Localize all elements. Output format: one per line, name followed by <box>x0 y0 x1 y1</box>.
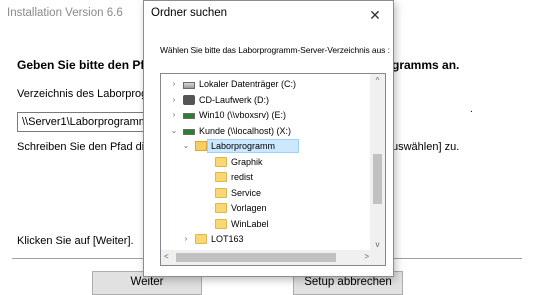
tree-item-label: Lokaler Datenträger (C:) <box>199 79 297 89</box>
vertical-scrollbar[interactable]: ^ v <box>370 74 385 251</box>
network-drive-icon <box>183 113 195 119</box>
tree-item[interactable]: › CD-Laufwerk (D:) <box>161 93 372 109</box>
directory-label: Verzeichnis des Laborprogra <box>17 88 158 100</box>
installer-heading-end: gramms an. <box>392 58 460 72</box>
tree-item-label: Win10 (\\vboxsrv) (E:) <box>199 110 287 120</box>
tree-item-label: Service <box>231 187 262 198</box>
browse-folder-dialog: Ordner suchen ✕ Wählen Sie bitte das Lab… <box>143 0 394 277</box>
dialog-instruction: Wählen Sie bitte das Laborprogramm-Serve… <box>160 45 390 55</box>
tree-item[interactable]: WinLabel <box>161 217 372 233</box>
network-drive-icon <box>183 128 195 135</box>
folder-icon <box>215 187 227 198</box>
chevron-down-icon[interactable]: ⌄ <box>169 126 179 135</box>
scrollbar-corner <box>370 250 385 265</box>
tree-item[interactable]: ⌄ Kunde (\\localhost) (X:) <box>161 124 372 140</box>
folder-icon <box>215 218 227 229</box>
folder-icon <box>215 156 227 167</box>
folder-tree-rows: › Lokaler Datenträger (C:) › CD-Laufwerk (D… <box>161 77 372 248</box>
tree-item[interactable]: › LOT163 <box>161 232 372 248</box>
tree-item[interactable]: Service <box>161 186 372 202</box>
tree-item-label: CD-Laufwerk (D:) <box>199 94 270 105</box>
folder-open-icon <box>195 141 207 151</box>
folder-icon <box>195 234 207 244</box>
tree-item-label: redist <box>231 172 254 182</box>
tree-item-label: Kunde (\\localhost) (X:) <box>199 125 292 136</box>
folder-icon <box>215 203 227 213</box>
path-hint-text-end: uswählen] zu. <box>392 141 460 153</box>
tree-item-label: Laborprogramm <box>211 141 276 151</box>
drive-icon <box>183 82 195 89</box>
chevron-right-icon[interactable]: › <box>169 79 179 88</box>
tree-item[interactable]: ⌄ Laborprogramm <box>161 139 372 155</box>
chevron-right-icon[interactable]: › <box>169 95 179 104</box>
chevron-right-icon[interactable]: › <box>169 110 179 119</box>
directory-dot: . <box>470 104 473 115</box>
tree-item[interactable]: › Win10 (\\vboxsrv) (E:) <box>161 108 372 124</box>
installer-heading: Geben Sie bitte den Pfa <box>17 58 152 72</box>
close-icon[interactable]: ✕ <box>367 7 383 23</box>
dialog-title: Ordner suchen <box>151 7 228 19</box>
path-hint-text: Schreiben Sie den Pfad dire <box>17 141 154 153</box>
scroll-left-icon[interactable]: < <box>164 252 169 261</box>
tree-item[interactable]: redist <box>161 170 372 186</box>
cd-drive-icon <box>183 94 195 105</box>
chevron-right-icon[interactable]: › <box>181 234 191 243</box>
tree-item[interactable]: › Lokaler Datenträger (C:) <box>161 77 372 93</box>
horizontal-scrollbar[interactable]: < > <box>161 250 372 265</box>
vertical-scroll-thumb[interactable] <box>373 154 382 204</box>
tree-item-label: Vorlagen <box>231 203 267 213</box>
tree-item-label: WinLabel <box>231 218 269 229</box>
tree-item[interactable]: Vorlagen <box>161 201 372 217</box>
chevron-down-icon[interactable]: ⌄ <box>181 141 191 150</box>
tree-item-label: LOT163 <box>211 234 244 244</box>
installer-title: Installation Version 6.6 <box>7 7 123 19</box>
scroll-down-icon[interactable]: v <box>370 240 385 249</box>
folder-tree[interactable]: › Lokaler Datenträger (C:) › CD-Laufwerk (D… <box>160 73 386 266</box>
folder-icon <box>215 172 227 182</box>
click-next-hint: Klicken Sie auf [Weiter]. <box>17 235 134 247</box>
tree-item[interactable]: Graphik <box>161 155 372 171</box>
scroll-up-icon[interactable]: ^ <box>370 76 385 85</box>
tree-item-label: Graphik <box>231 156 263 167</box>
horizontal-scroll-thumb[interactable] <box>176 253 336 262</box>
scroll-right-icon[interactable]: > <box>364 252 369 261</box>
